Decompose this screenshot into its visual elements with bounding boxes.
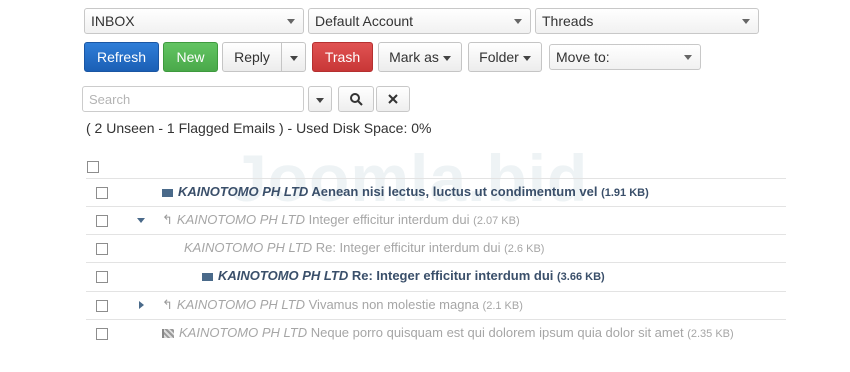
clear-search-button[interactable] (376, 86, 410, 112)
message-subject: Aenean nisi lectus, luctus ut condimentu… (311, 184, 598, 199)
mark-as-button[interactable]: Mark as (378, 42, 462, 72)
message-sender: KAINOTOMO PH LTD (179, 325, 308, 340)
refresh-button[interactable]: Refresh (84, 42, 159, 72)
message-checkbox[interactable] (96, 300, 108, 312)
message-sender: KAINOTOMO PH LTD (176, 297, 305, 312)
message-checkbox[interactable] (96, 187, 108, 199)
message-sender: KAINOTOMO PH LTD (184, 240, 313, 255)
message-summary[interactable]: KAINOTOMO PH LTD Neque porro quisquam es… (162, 325, 734, 340)
message-summary[interactable]: KAINOTOMO PH LTD Re: Integer efficitur i… (184, 240, 544, 255)
message-row[interactable]: KAINOTOMO PH LTD Re: Integer efficitur i… (86, 262, 786, 291)
message-subject: Vivamus non molestie magna (308, 297, 479, 312)
account-select-value: Default Account (315, 13, 414, 29)
message-size: (1.91 KB) (601, 187, 649, 199)
reply-options-button[interactable] (281, 42, 306, 72)
trash-button[interactable]: Trash (312, 42, 373, 72)
search-button[interactable] (338, 86, 374, 112)
search-input[interactable] (82, 86, 304, 112)
message-subject: Neque porro quisquam est qui dolorem ips… (310, 325, 684, 340)
search-options-button[interactable] (308, 86, 332, 112)
message-size: (3.66 KB) (557, 271, 605, 283)
message-sender: KAINOTOMO PH LTD (218, 268, 349, 283)
mark-as-label: Mark as (389, 49, 439, 65)
expand-thread-icon[interactable] (139, 301, 144, 309)
view-select-value: Threads (542, 13, 594, 29)
folder-label: Folder (479, 49, 519, 65)
chevron-down-icon (289, 55, 298, 61)
message-size: (2.6 KB) (504, 243, 545, 255)
folder-select[interactable]: INBOX (84, 8, 304, 34)
message-summary[interactable]: ↰ KAINOTOMO PH LTD Integer efficitur inte… (162, 212, 520, 228)
chevron-down-icon (316, 97, 324, 103)
folder-select-value: INBOX (91, 13, 135, 29)
chevron-down-icon (522, 55, 531, 61)
message-summary[interactable]: KAINOTOMO PH LTD Re: Integer efficitur i… (202, 268, 605, 283)
message-subject: Re: Integer efficitur interdum dui (315, 240, 501, 255)
message-checkbox[interactable] (96, 243, 108, 255)
move-to-select[interactable]: Move to: (549, 44, 701, 70)
message-row[interactable]: ↰ KAINOTOMO PH LTD Vivamus non molestie m… (86, 291, 786, 320)
folder-button[interactable]: Folder (468, 42, 542, 72)
message-sender: KAINOTOMO PH LTD (178, 184, 309, 199)
message-summary[interactable]: KAINOTOMO PH LTD Aenean nisi lectus, luc… (162, 184, 649, 199)
message-size: (2.1 KB) (482, 300, 523, 312)
message-checkbox[interactable] (96, 328, 108, 340)
new-button[interactable]: New (163, 42, 218, 72)
message-checkbox[interactable] (96, 271, 108, 283)
account-select[interactable]: Default Account (308, 8, 531, 34)
close-icon (388, 94, 398, 104)
envelope-icon (162, 188, 173, 197)
message-row[interactable]: KAINOTOMO PH LTD Aenean nisi lectus, luc… (86, 178, 786, 207)
reply-icon: ↰ (162, 297, 173, 312)
collapse-thread-icon[interactable] (137, 218, 145, 223)
chevron-down-icon (742, 19, 750, 24)
chevron-down-icon (514, 19, 522, 24)
chevron-down-icon (442, 55, 451, 61)
message-row[interactable]: ↰ KAINOTOMO PH LTD Integer efficitur inte… (86, 206, 786, 235)
view-select[interactable]: Threads (535, 8, 759, 34)
reply-icon: ↰ (162, 212, 173, 227)
message-size: (2.35 KB) (687, 328, 734, 340)
chevron-down-icon (684, 55, 692, 60)
flag-icon (162, 329, 174, 339)
mailbox-status: ( 2 Unseen - 1 Flagged Emails ) - Used D… (86, 120, 432, 136)
reply-button[interactable]: Reply (222, 42, 282, 72)
message-size: (2.07 KB) (473, 215, 520, 227)
select-all-row (86, 152, 786, 180)
message-row[interactable]: KAINOTOMO PH LTD Neque porro quisquam es… (86, 319, 786, 348)
message-subject: Re: Integer efficitur interdum dui (351, 268, 554, 283)
select-all-checkbox[interactable] (87, 161, 99, 173)
message-subject: Integer efficitur interdum dui (308, 212, 470, 227)
move-to-label: Move to: (556, 49, 610, 65)
message-checkbox[interactable] (96, 215, 108, 227)
message-sender: KAINOTOMO PH LTD (176, 212, 305, 227)
message-summary[interactable]: ↰ KAINOTOMO PH LTD Vivamus non molestie m… (162, 297, 523, 313)
chevron-down-icon (287, 19, 295, 24)
envelope-icon (202, 272, 213, 281)
search-icon (350, 93, 363, 106)
message-row[interactable]: KAINOTOMO PH LTD Re: Integer efficitur i… (86, 234, 786, 263)
